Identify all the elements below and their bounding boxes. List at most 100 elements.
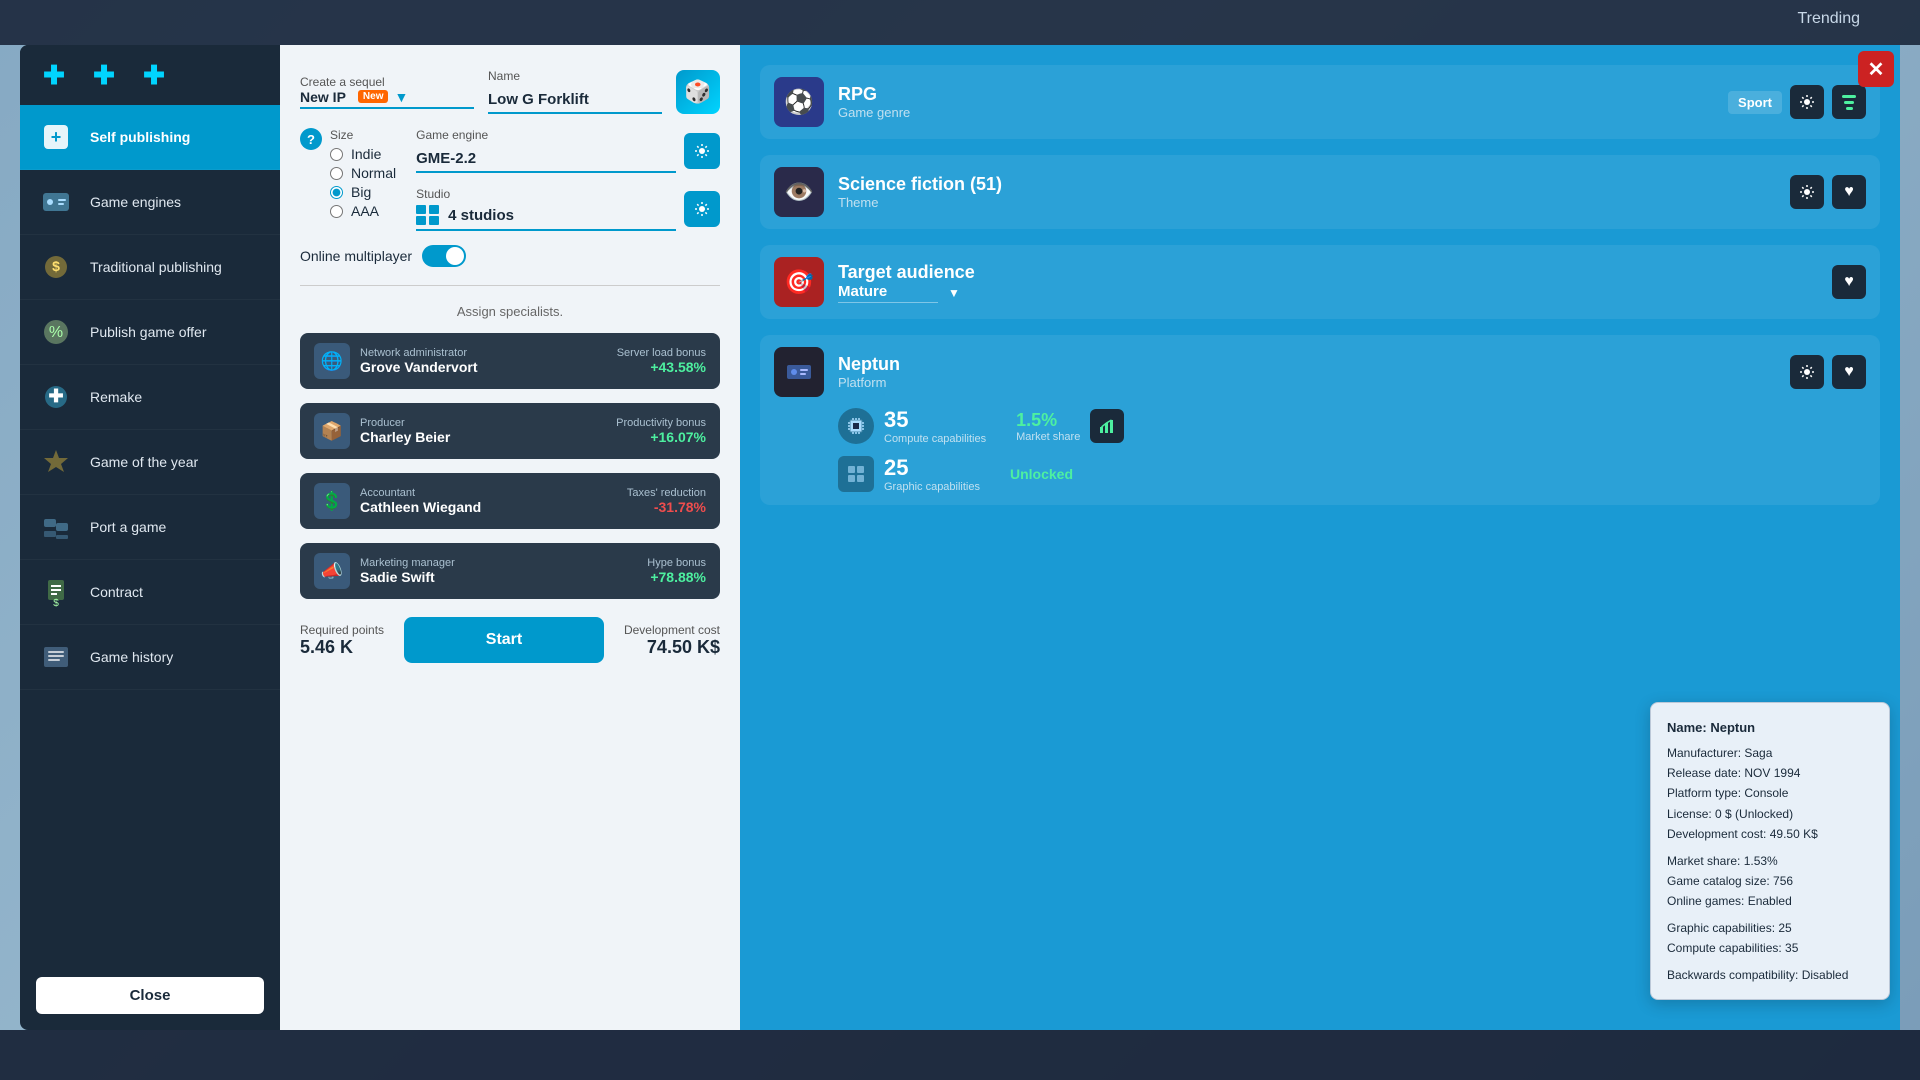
specialist-producer[interactable]: 📦 Producer Charley Beier Productivity bo…	[300, 403, 720, 459]
name-input[interactable]	[488, 87, 662, 114]
genre-info: RPG Game genre	[838, 84, 1714, 120]
size-aaa[interactable]: AAA	[330, 203, 396, 219]
engine-gear-btn[interactable]	[684, 133, 720, 169]
size-options: Indie Normal Big	[330, 146, 396, 219]
size-normal-radio[interactable]	[330, 167, 343, 180]
compute-stat: 35 Compute capabilities	[838, 407, 986, 445]
target-thumb: 🎯	[774, 257, 824, 307]
cpu-icon	[838, 408, 874, 444]
sidebar-item-port-a-game[interactable]: Port a game	[20, 495, 280, 560]
close-button[interactable]: Close	[36, 977, 264, 1014]
spec-producer-info: Producer Charley Beier	[360, 417, 450, 445]
sequel-name-row: Create a sequel New IP New ▼ Name 🎲	[300, 69, 720, 114]
sequel-chevron-icon: ▼	[394, 89, 408, 105]
port-a-game-icon	[36, 507, 76, 547]
genre-subtitle: Game genre	[838, 105, 1714, 120]
theme-heart-btn[interactable]: ♥	[1832, 175, 1866, 209]
sidebar-item-self-publishing[interactable]: + Self publishing	[20, 105, 280, 170]
platform-heart-btn[interactable]: ♥	[1832, 355, 1866, 389]
size-indie-radio[interactable]	[330, 148, 343, 161]
target-audience-row: 🎯 Target audience Mature ▼ ♥	[760, 245, 1880, 319]
size-normal[interactable]: Normal	[330, 165, 396, 181]
graphic-stat: 25 Graphic capabilities	[838, 455, 980, 493]
platform-logo-icon	[784, 357, 814, 387]
target-heart-btn[interactable]: ♥	[1832, 265, 1866, 299]
accountant-icon: 💲	[314, 483, 350, 519]
add-icon-btn-1[interactable]: ✚	[36, 57, 72, 93]
sidebar-item-game-history[interactable]: Game history	[20, 625, 280, 690]
sidebar-item-label-game-engines: Game engines	[90, 194, 181, 210]
studio-gear-btn[interactable]	[684, 191, 720, 227]
graphic-icon	[838, 456, 874, 492]
multiplayer-label: Online multiplayer	[300, 248, 412, 264]
specialist-marketing[interactable]: 📣 Marketing manager Sadie Swift Hype bon…	[300, 543, 720, 599]
cpu-chip-icon	[846, 416, 866, 436]
sidebar-item-traditional-publishing[interactable]: $ Traditional publishing	[20, 235, 280, 300]
main-content: Create a sequel New IP New ▼ Name 🎲	[280, 45, 1900, 1030]
producer-icon: 📦	[314, 413, 350, 449]
size-help-btn[interactable]: ?	[300, 128, 322, 150]
size-aaa-radio[interactable]	[330, 205, 343, 218]
size-indie[interactable]: Indie	[330, 146, 396, 162]
marketing-icon: 📣	[314, 553, 350, 589]
close-x-button[interactable]: ✕	[1858, 51, 1894, 87]
platform-actions: ♥	[1790, 355, 1866, 389]
tooltip-online: Online games: Enabled	[1667, 891, 1873, 911]
multiplayer-toggle[interactable]	[422, 245, 466, 267]
size-big-radio[interactable]	[330, 186, 343, 199]
genre-title: RPG	[838, 84, 1714, 105]
genre-gear-btn[interactable]	[1790, 85, 1824, 119]
theme-gear-btn[interactable]	[1790, 175, 1824, 209]
spec-marketing-name: Sadie Swift	[360, 569, 455, 585]
sidebar-item-publish-game-offer[interactable]: % Publish game offer	[20, 300, 280, 365]
sidebar-item-label-port-a-game: Port a game	[90, 519, 166, 535]
dev-cost-value: 74.50 K$	[624, 637, 720, 658]
compute-label: Compute capabilities	[884, 433, 986, 445]
audience-chevron-icon: ▼	[948, 286, 960, 300]
studio-display: 4 studios	[416, 205, 676, 231]
new-badge: New	[358, 90, 389, 103]
spec-network-info: Network administrator Grove Vandervort	[360, 347, 478, 375]
genre-thumb: ⚽	[774, 77, 824, 127]
engine-label: Game engine	[416, 128, 676, 142]
platform-gear-btn[interactable]	[1790, 355, 1824, 389]
spec-marketing-info: Marketing manager Sadie Swift	[360, 557, 455, 585]
genre-actions: Sport	[1728, 85, 1866, 119]
add-icon-btn-3[interactable]: ✚	[136, 57, 172, 93]
spec-marketing-role: Marketing manager	[360, 557, 455, 569]
game-of-the-year-icon	[36, 442, 76, 482]
self-publishing-icon: +	[36, 117, 76, 157]
market-share-stat: 1.5% Market share	[1016, 409, 1124, 443]
size-label: Size	[330, 128, 396, 142]
start-button[interactable]: Start	[404, 617, 604, 663]
sequel-select-wrapper: Create a sequel New IP New ▼	[300, 75, 474, 109]
size-big[interactable]: Big	[330, 184, 396, 200]
sequel-label: Create a sequel	[300, 75, 474, 89]
engine-studio-group: Game engine Studio	[416, 128, 720, 231]
studio-label: Studio	[416, 187, 676, 201]
sidebar-icons-row: ✚ ✚ ✚	[20, 45, 280, 105]
specialist-network[interactable]: 🌐 Network administrator Grove Vandervort…	[300, 333, 720, 389]
target-title: Target audience	[838, 262, 1818, 283]
sidebar-item-game-engines[interactable]: Game engines	[20, 170, 280, 235]
sidebar-item-label-remake: Remake	[90, 389, 142, 405]
engine-input[interactable]	[416, 146, 676, 173]
sidebar-item-remake[interactable]: ✚ Remake	[20, 365, 280, 430]
plus-icon-1: ✚	[43, 62, 65, 88]
specialist-accountant[interactable]: 💲 Accountant Cathleen Wiegand Taxes' red…	[300, 473, 720, 529]
right-panel: ✕ ⚽ RPG Game genre Sport	[740, 45, 1900, 1030]
svg-text:%: %	[49, 324, 63, 341]
game-history-icon	[36, 637, 76, 677]
add-icon-btn-2[interactable]: ✚	[86, 57, 122, 93]
traditional-publishing-icon: $	[36, 247, 76, 287]
sidebar-item-contract[interactable]: $ Contract	[20, 560, 280, 625]
genre-bars-btn[interactable]	[1832, 85, 1866, 119]
studio-value: 4 studios	[448, 207, 514, 224]
sidebar-item-label-self-publishing: Self publishing	[90, 129, 190, 145]
sidebar-item-game-of-the-year[interactable]: Game of the year	[20, 430, 280, 495]
graphic-values: 25 Graphic capabilities	[884, 455, 980, 493]
engine-row: Game engine	[416, 128, 720, 173]
market-chart-btn[interactable]	[1090, 409, 1124, 443]
size-aaa-label: AAA	[351, 203, 379, 219]
spec-network-bonus-value: +43.58%	[617, 359, 706, 375]
